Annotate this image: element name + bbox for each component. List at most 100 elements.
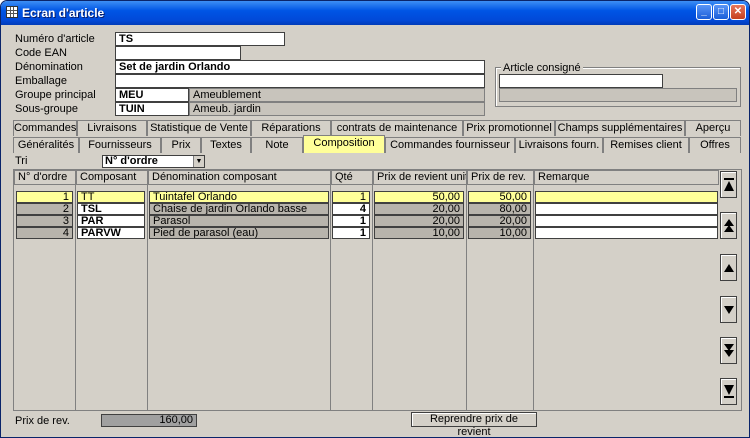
sousgroupe-code-field[interactable]: TUIN [115, 102, 189, 116]
previous-record-button[interactable] [720, 254, 737, 281]
consigne-field[interactable] [499, 74, 663, 88]
app-grid-icon [6, 6, 18, 18]
tab-offres[interactable]: Offres [689, 137, 741, 153]
total-label: Prix de rev. [15, 415, 70, 427]
sort-value: N° d'ordre [105, 155, 158, 167]
total-value: 160,00 [101, 414, 197, 427]
cell-denomination[interactable]: Parasol [149, 215, 329, 227]
first-record-button[interactable] [720, 171, 737, 198]
tab-apercu[interactable]: Aperçu [685, 120, 741, 136]
groupe-desc-field: Ameublement [189, 88, 485, 102]
cell-prix-rev[interactable]: 50,00 [468, 191, 531, 203]
tab-note[interactable]: Note [251, 137, 303, 153]
last-record-button[interactable] [720, 378, 737, 405]
cell-denomination[interactable]: Tuintafel Orlando [149, 191, 329, 203]
cell-remarque[interactable] [535, 215, 718, 227]
cell-composant[interactable]: TT [77, 191, 145, 203]
col-header-denomination[interactable]: Dénomination composant [148, 170, 331, 185]
cell-remarque[interactable] [535, 227, 718, 239]
title-bar[interactable]: Ecran d'article _ □ ✕ [1, 1, 749, 25]
cell-composant[interactable]: PARVW [77, 227, 145, 239]
cell-prix-rev[interactable]: 10,00 [468, 227, 531, 239]
tab-commandes[interactable]: Commandes [13, 120, 77, 136]
maximize-button[interactable]: □ [713, 4, 729, 20]
close-button[interactable]: ✕ [730, 4, 746, 20]
cell-denomination[interactable]: Pied de parasol (eau) [149, 227, 329, 239]
tab-livraisons-fourn[interactable]: Livraisons fourn. [515, 137, 603, 153]
col-header-prix-unite[interactable]: Prix de revient unité [373, 170, 474, 185]
cell-qte[interactable]: 1 [332, 215, 370, 227]
minimize-icon: _ [701, 6, 707, 17]
col-header-remarque[interactable]: Remarque [534, 170, 719, 185]
minimize-button[interactable]: _ [696, 4, 712, 20]
tab-champs-supplementaires[interactable]: Champs supplémentaires [555, 120, 685, 136]
cell-qte[interactable]: 1 [332, 191, 370, 203]
cell-ordre[interactable]: 2 [16, 203, 73, 215]
consigne-desc-field [499, 88, 737, 102]
column-divider [372, 170, 373, 410]
groupe-label: Groupe principal [15, 89, 96, 101]
tab-statistique-vente[interactable]: Statistique de Vente [147, 120, 251, 136]
ean-label: Code EAN [15, 47, 67, 59]
chevron-down-icon[interactable]: ▼ [193, 156, 204, 167]
column-divider [466, 170, 467, 410]
tab-composition[interactable]: Composition [303, 135, 385, 153]
col-header-qte[interactable]: Qté [331, 170, 373, 185]
page-up-button[interactable] [720, 212, 737, 239]
cell-ordre[interactable]: 3 [16, 215, 73, 227]
cell-qte[interactable]: 1 [332, 227, 370, 239]
tab-fournisseurs[interactable]: Fournisseurs [79, 137, 161, 153]
tab-livraisons[interactable]: Livraisons [77, 120, 147, 136]
cell-remarque[interactable] [535, 203, 718, 215]
down-icon [724, 306, 734, 314]
tab-prix[interactable]: Prix [161, 137, 201, 153]
sousgroupe-desc-field: Ameub. jardin [189, 102, 485, 116]
close-icon: ✕ [733, 6, 743, 17]
first-icon [724, 178, 734, 191]
recalc-cost-button[interactable]: Reprendre prix de revient [411, 412, 537, 437]
numero-field[interactable]: TS [115, 32, 285, 46]
emballage-field[interactable] [115, 74, 485, 88]
cell-denomination[interactable]: Chaise de jardin Orlando basse [149, 203, 329, 215]
sort-label: Tri [15, 155, 28, 167]
page-down-icon [724, 344, 734, 357]
col-header-ordre[interactable]: N° d'ordre [14, 170, 76, 185]
denomination-field[interactable]: Set de jardin Orlando [115, 60, 485, 74]
cell-qte[interactable]: 4 [332, 203, 370, 215]
ean-field[interactable] [115, 46, 241, 60]
maximize-icon: □ [717, 6, 725, 17]
tab-contrats-maintenance[interactable]: contrats de maintenance [331, 120, 463, 136]
tab-textes[interactable]: Textes [201, 137, 251, 153]
cell-prix-unite[interactable]: 50,00 [374, 191, 464, 203]
tab-generalites[interactable]: Généralités [13, 137, 79, 153]
col-header-prix-rev[interactable]: Prix de rev. [467, 170, 534, 185]
cell-prix-rev[interactable]: 80,00 [468, 203, 531, 215]
cell-prix-unite[interactable]: 20,00 [374, 215, 464, 227]
cell-composant[interactable]: PAR [77, 215, 145, 227]
cell-prix-rev[interactable]: 20,00 [468, 215, 531, 227]
cell-prix-unite[interactable]: 20,00 [374, 203, 464, 215]
column-divider [147, 170, 148, 410]
cell-ordre[interactable]: 4 [16, 227, 73, 239]
numero-label: Numéro d'article [15, 33, 95, 45]
emballage-label: Emballage [15, 75, 67, 87]
denomination-label: Dénomination [15, 61, 83, 73]
page-down-button[interactable] [720, 337, 737, 364]
consigne-label: Article consigné [501, 62, 583, 74]
cell-composant[interactable]: TSL [77, 203, 145, 215]
up-icon [724, 264, 734, 272]
cell-ordre[interactable]: 1 [16, 191, 73, 203]
tab-commandes-fournisseur[interactable]: Commandes fournisseur [385, 137, 515, 153]
cell-prix-unite[interactable]: 10,00 [374, 227, 464, 239]
col-header-composant[interactable]: Composant [76, 170, 148, 185]
tab-prix-promotionnel[interactable]: Prix promotionnel [463, 120, 555, 136]
sort-select[interactable]: N° d'ordre ▼ [102, 155, 205, 168]
page-up-icon [724, 219, 734, 232]
groupe-code-field[interactable]: MEU [115, 88, 189, 102]
tab-remises-client[interactable]: Remises client [603, 137, 689, 153]
tab-reparations[interactable]: Réparations [251, 120, 331, 136]
article-window: Ecran d'article _ □ ✕ Numéro d'article T… [0, 0, 750, 438]
next-record-button[interactable] [720, 296, 737, 323]
cell-remarque[interactable] [535, 191, 718, 203]
last-icon [724, 385, 734, 398]
